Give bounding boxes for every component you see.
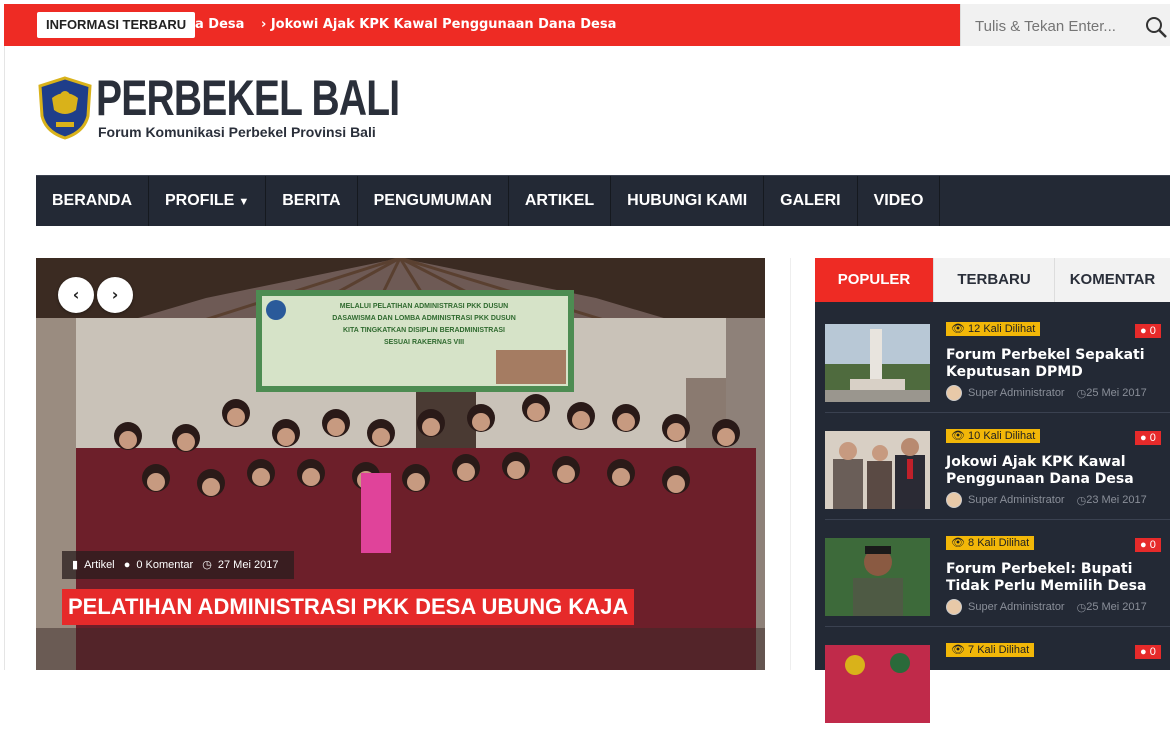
main-nav: BERANDA PROFILE ▼ BERITA PENGUMUMAN ARTIK… [36, 175, 1170, 226]
search-box [960, 4, 1170, 46]
monument-photo[interactable] [825, 324, 930, 402]
comment-count-badge: ● 0 [1135, 645, 1161, 659]
slide-meta: ▮ Artikel ● 0 Komentar ◷ 27 Mei 2017 [62, 551, 295, 579]
tab-terbaru[interactable]: TERBARU [934, 258, 1055, 302]
avatar [946, 599, 962, 615]
clock-icon: ◷ [1076, 601, 1087, 614]
item-byline: Super Administrator ◷ 25 Mei 2017 [946, 599, 1147, 615]
slide-title[interactable]: PELATIHAN ADMINISTRASI PKK DESA UBUNG KA… [62, 589, 635, 625]
ticker-item[interactable]: a Desa [195, 17, 244, 32]
comment-icon: ● [1140, 646, 1150, 658]
nav-item-pengumuman[interactable]: PENGUMUMAN [358, 176, 509, 226]
portrait-photo[interactable] [825, 538, 930, 616]
sidebar-tabs-widget: POPULER TERBARU KOMENTAR 👁 12 Kali Dilih… [815, 258, 1170, 723]
nav-item-video[interactable]: VIDEO [858, 176, 941, 226]
item-author[interactable]: Super Administrator [968, 494, 1065, 506]
nav-item-berita[interactable]: BERITA [266, 176, 358, 226]
ticker-item[interactable]: › Jokowi Ajak KPK Kawal Penggunaan Dana … [261, 17, 616, 32]
eye-icon: 👁 [951, 644, 969, 656]
banner-line: MELALUI PELATIHAN ADMINISTRASI PKK DUSUN [340, 303, 508, 310]
site-logo[interactable]: PERBEKEL BALI Forum Komunikasi Perbekel … [38, 70, 408, 143]
list-item[interactable]: 👁 8 Kali Dilihat ● 0 Forum Perbekel: Bup… [815, 536, 1170, 643]
item-date: 25 Mei 2017 [1086, 387, 1147, 399]
comment-icon: ● [123, 559, 131, 571]
banner-line: SESUAI RAKERNAS VIII [384, 339, 464, 346]
comment-count-badge: ● 0 [1135, 431, 1161, 445]
item-byline: Super Administrator ◷ 25 Mei 2017 [946, 385, 1147, 401]
comment-count-badge: ● 0 [1135, 538, 1161, 552]
news-ticker[interactable]: a Desa › Jokowi Ajak KPK Kawal Penggunaa… [195, 12, 945, 38]
eye-icon: 👁 [951, 537, 969, 549]
tab-populer[interactable]: POPULER [815, 258, 934, 302]
top-bar: INFORMASI TERBARU a Desa › Jokowi Ajak K… [0, 0, 1170, 46]
divider [825, 519, 1170, 520]
emblem-icon [38, 76, 92, 140]
item-title[interactable]: Forum Perbekel: Bupati Tidak Perlu Memil… [946, 561, 1168, 595]
officials-photo[interactable] [825, 431, 930, 509]
clock-icon: ◷ [1076, 494, 1087, 507]
slide-comments[interactable]: 0 Komentar [136, 559, 193, 571]
comment-count-badge: ● 0 [1135, 324, 1161, 338]
comment-icon: ● [1140, 325, 1150, 337]
slider-next-button[interactable]: › [97, 277, 133, 313]
search-icon[interactable] [1145, 16, 1167, 38]
slider-prev-button[interactable]: ‹ [58, 277, 94, 313]
nav-item-hubungi-kami[interactable]: HUBUNGI KAMI [611, 176, 765, 226]
item-date: 23 Mei 2017 [1086, 494, 1147, 506]
site-tagline: Forum Komunikasi Perbekel Provinsi Bali [98, 124, 376, 140]
divider [825, 626, 1170, 627]
divider [825, 412, 1170, 413]
slide-category[interactable]: Artikel [84, 559, 115, 571]
site-title: PERBEKEL BALI [96, 70, 400, 126]
nav-item-beranda[interactable]: BERANDA [36, 176, 149, 226]
search-input[interactable] [975, 14, 1125, 38]
views-badge: 👁 7 Kali Dilihat [946, 643, 1035, 657]
page-border [4, 46, 5, 670]
item-title[interactable]: Jokowi Ajak KPK Kawal Penggunaan Dana De… [946, 454, 1168, 488]
list-item[interactable]: 👁 10 Kali Dilihat ● 0 Jokowi Ajak KPK Ka… [815, 429, 1170, 536]
column-divider [790, 258, 791, 670]
comment-icon: ● [1140, 539, 1150, 551]
eye-icon: 👁 [951, 430, 969, 442]
featured-slider[interactable]: MELALUI PELATIHAN ADMINISTRASI PKK DUSUN… [36, 258, 765, 670]
banner-line: KITA TINGKATKAN DISIPLIN BERADMINISTRASI [343, 327, 505, 334]
widget-tabs: POPULER TERBARU KOMENTAR [815, 258, 1170, 302]
item-author[interactable]: Super Administrator [968, 601, 1065, 613]
views-badge: 👁 10 Kali Dilihat [946, 429, 1041, 443]
popular-list: 👁 12 Kali Dilihat ● 0 Forum Perbekel Sep… [815, 322, 1170, 750]
avatar [946, 492, 962, 508]
clock-icon: ◷ [1076, 387, 1087, 400]
ceremony-photo[interactable] [825, 645, 930, 723]
book-icon: ▮ [72, 559, 79, 571]
eye-icon: 👁 [951, 323, 969, 335]
clock-icon: ◷ [202, 559, 212, 571]
views-badge: 👁 12 Kali Dilihat [946, 322, 1041, 336]
item-title[interactable]: Forum Perbekel Sepakati Keputusan DPMD [946, 347, 1168, 381]
views-badge: 👁 8 Kali Dilihat [946, 536, 1035, 550]
list-item[interactable]: 👁 12 Kali Dilihat ● 0 Forum Perbekel Sep… [815, 322, 1170, 429]
chevron-down-icon: ▼ [238, 196, 250, 208]
banner-line: DASAWISMA DAN LOMBA ADMINISTRASI PKK DUS… [332, 315, 516, 322]
slide-date: 27 Mei 2017 [217, 559, 279, 571]
item-date: 25 Mei 2017 [1086, 601, 1147, 613]
list-item[interactable]: 👁 7 Kali Dilihat ● 0 [815, 643, 1170, 750]
nav-item-galeri[interactable]: GALERI [764, 176, 858, 226]
latest-info-badge: INFORMASI TERBARU [37, 12, 196, 38]
item-author[interactable]: Super Administrator [968, 387, 1065, 399]
avatar [946, 385, 962, 401]
tab-komentar[interactable]: KOMENTAR [1055, 258, 1170, 302]
item-byline: Super Administrator ◷ 23 Mei 2017 [946, 492, 1147, 508]
nav-item-artikel[interactable]: ARTIKEL [509, 176, 612, 226]
comment-icon: ● [1140, 432, 1150, 444]
nav-item-profile[interactable]: PROFILE ▼ [149, 176, 267, 226]
